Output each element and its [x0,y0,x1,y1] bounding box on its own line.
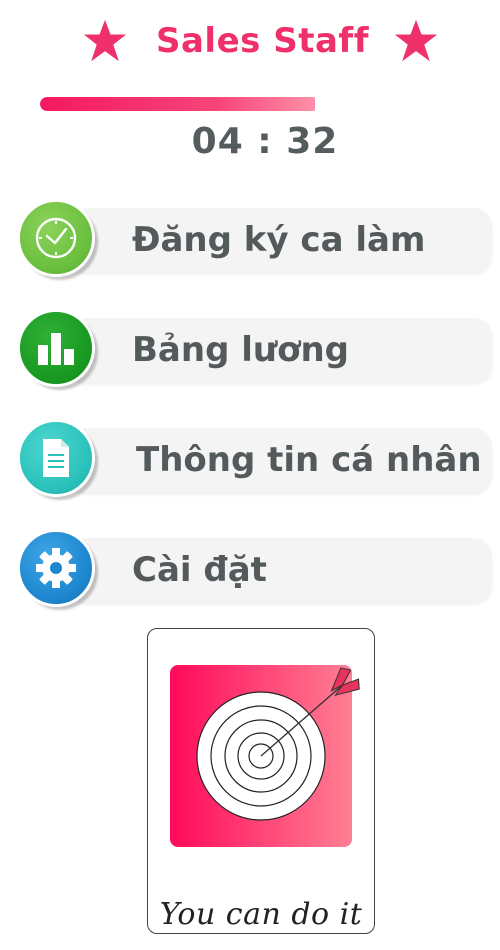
card-caption: You can do it [159,897,363,932]
target-dart-icon [170,665,360,847]
menu-item-settings[interactable]: Cài đặt [17,529,492,610]
app-title: Sales Staff [156,21,369,61]
gear-icon[interactable] [17,529,95,607]
timer-progress-fill [40,97,315,111]
menu-item-label[interactable]: Cài đặt [132,538,267,602]
timer-display: 04 : 32 [191,121,339,162]
motivation-card: You can do it [147,628,375,934]
bar-chart-icon[interactable] [17,309,95,387]
menu-item-shift-registration[interactable]: Đăng ký ca làm [17,199,492,280]
menu-item-label[interactable]: Đăng ký ca làm [132,208,425,272]
menu-item-personal-info[interactable]: Thông tin cá nhân [17,419,492,500]
star-icon [393,18,439,64]
header: Sales Staff [0,0,500,86]
menu-item-label[interactable]: Bảng lương [132,318,349,382]
clock-icon[interactable] [17,199,95,277]
timer-progress-bar [40,97,392,111]
star-icon [82,18,128,64]
menu-item-payroll[interactable]: Bảng lương [17,309,492,390]
menu-item-label[interactable]: Thông tin cá nhân [136,428,482,492]
document-icon[interactable] [17,419,95,497]
